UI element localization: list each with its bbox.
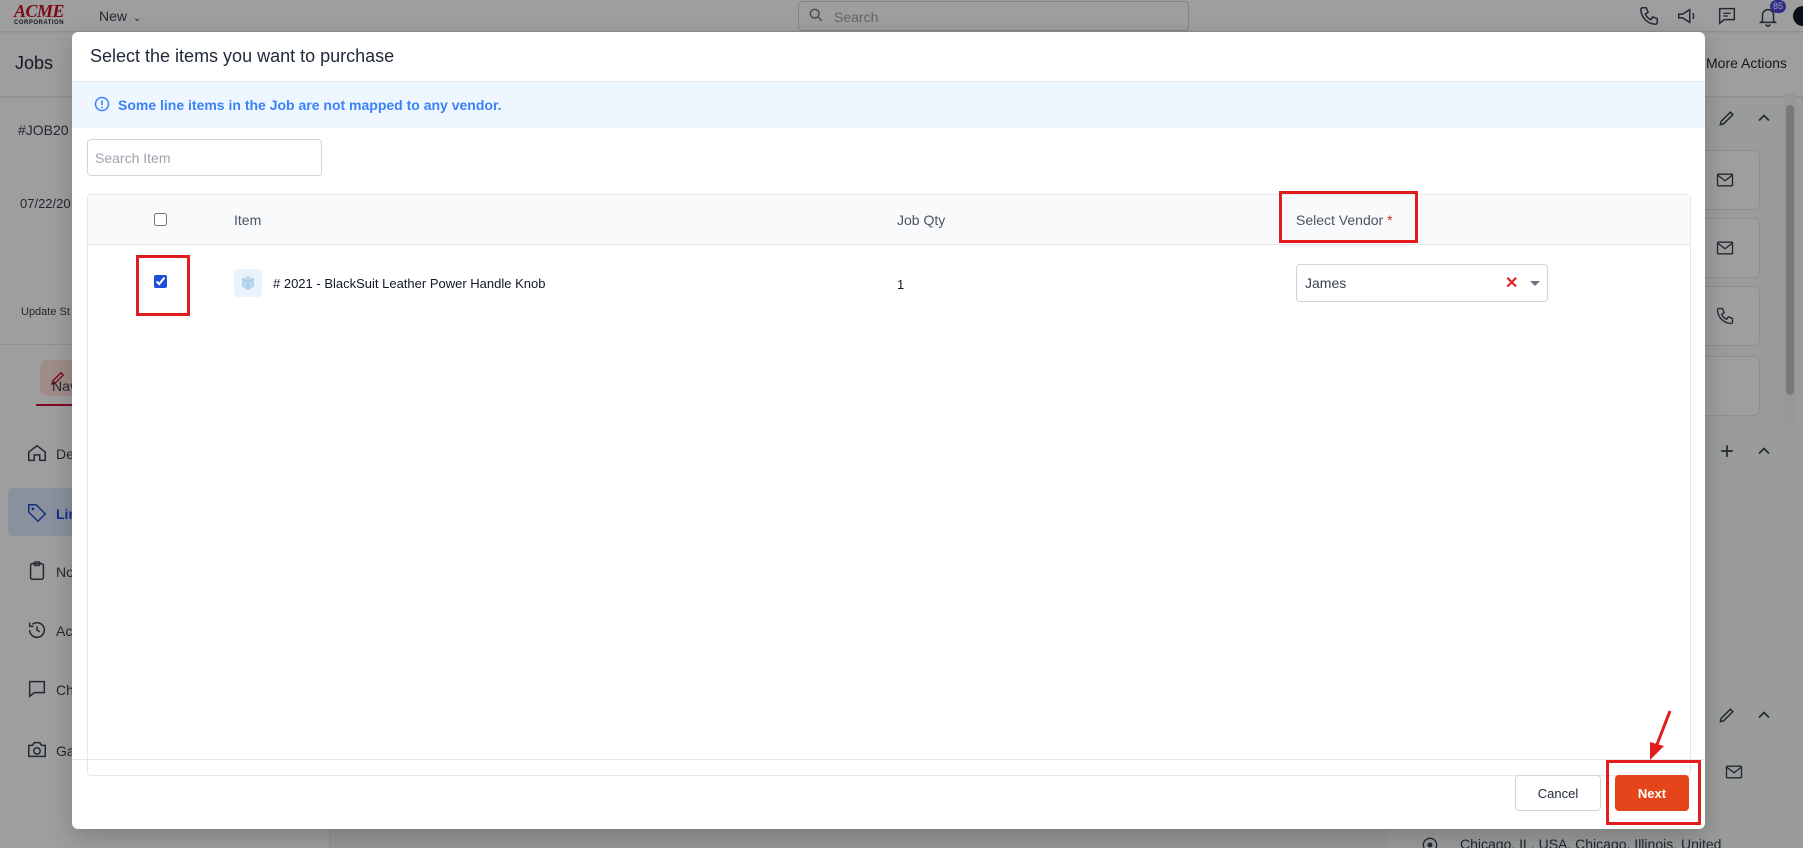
job-qty-value: 1: [897, 277, 905, 292]
table-row: # 2021 - BlackSuit Leather Power Handle …: [88, 246, 1690, 316]
column-header-job-qty: Job Qty: [897, 212, 946, 228]
row-select-checkbox[interactable]: [154, 275, 167, 288]
vendor-select-input[interactable]: [1305, 274, 1485, 292]
select-all-checkbox[interactable]: [154, 213, 167, 226]
column-header-select-vendor: Select Vendor *: [1296, 212, 1393, 228]
next-button[interactable]: Next: [1615, 775, 1689, 811]
dialog-header: Select the items you want to purchase: [72, 32, 1705, 82]
caret-down-icon[interactable]: [1530, 281, 1540, 286]
vendor-select[interactable]: ✕: [1296, 264, 1548, 302]
alert-message: Some line items in the Job are not mappe…: [118, 97, 502, 113]
items-table: Item Job Qty Select Vendor * # 2021 - Bla…: [87, 194, 1691, 776]
select-vendor-label: Select Vendor: [1296, 212, 1384, 228]
table-header: Item Job Qty Select Vendor *: [88, 195, 1690, 245]
dialog-footer: Cancel Next: [72, 759, 1705, 829]
cancel-button[interactable]: Cancel: [1515, 775, 1601, 811]
required-marker: *: [1387, 212, 1393, 228]
box-icon: [241, 276, 255, 290]
purchase-items-dialog: Select the items you want to purchase So…: [72, 32, 1705, 829]
item-name: # 2021 - BlackSuit Leather Power Handle …: [273, 276, 546, 291]
column-header-item: Item: [234, 212, 262, 228]
clear-icon[interactable]: ✕: [1505, 273, 1518, 293]
dialog-title: Select the items you want to purchase: [90, 46, 395, 66]
vendor-mapping-alert: Some line items in the Job are not mappe…: [72, 82, 1705, 128]
search-item-input[interactable]: [87, 139, 322, 176]
item-thumbnail: [234, 269, 262, 297]
info-icon: [94, 96, 110, 112]
